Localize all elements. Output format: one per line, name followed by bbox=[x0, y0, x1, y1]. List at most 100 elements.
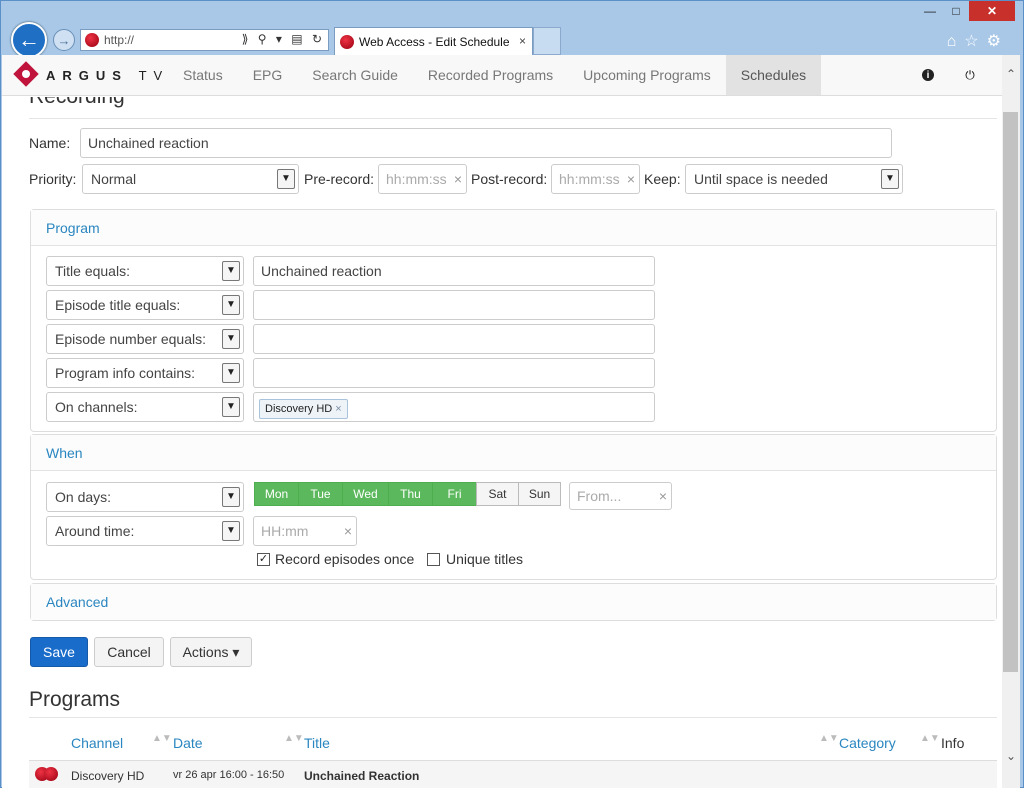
column-header-date[interactable]: Date bbox=[173, 735, 203, 751]
days-operator-value: On days: bbox=[55, 489, 112, 505]
day-toggle-mon[interactable]: Mon bbox=[254, 482, 299, 506]
time-operator-select[interactable]: Around time: ▼ bbox=[46, 516, 244, 546]
row-title[interactable]: Unchained Reaction bbox=[304, 769, 419, 783]
brand[interactable]: ARGUS TV bbox=[13, 61, 170, 88]
save-button[interactable]: Save bbox=[30, 637, 88, 667]
channels-operator-select[interactable]: On channels: ▼ bbox=[46, 392, 244, 422]
close-window-button[interactable]: ✕ bbox=[969, 1, 1015, 21]
postrecord-placeholder: hh:mm:ss bbox=[559, 171, 620, 187]
nav-menu: Status EPG Search Guide Recorded Program… bbox=[168, 55, 822, 95]
clear-icon[interactable]: × bbox=[454, 165, 462, 193]
top-navbar: ARGUS TV Status EPG Search Guide Recorde… bbox=[2, 55, 1002, 96]
channel-chip-label: Discovery HD bbox=[265, 403, 333, 415]
remove-chip-icon[interactable]: × bbox=[335, 403, 341, 415]
vertical-scrollbar[interactable]: ⌃ ⌄ bbox=[1002, 55, 1020, 788]
program-panel-title[interactable]: Program bbox=[31, 210, 996, 246]
unique-titles-checkbox[interactable] bbox=[427, 553, 440, 566]
nav-right-icons: i ⏻ bbox=[920, 67, 1004, 83]
column-header-info: Info bbox=[941, 735, 965, 751]
record-once-checkbox[interactable]: ✓ bbox=[257, 553, 270, 566]
day-toggle-fri[interactable]: Fri bbox=[432, 482, 477, 506]
day-toggle-wed[interactable]: Wed bbox=[342, 482, 389, 506]
clear-icon[interactable]: × bbox=[659, 483, 667, 509]
nav-item-schedules[interactable]: Schedules bbox=[725, 55, 822, 95]
tab-title: Web Access - Edit Schedule bbox=[359, 34, 510, 49]
power-icon[interactable]: ⏻ bbox=[962, 67, 978, 83]
record-icon bbox=[35, 767, 59, 781]
column-header-category[interactable]: Category bbox=[839, 735, 896, 751]
channels-input[interactable]: Discovery HD × bbox=[253, 392, 655, 422]
column-header-title[interactable]: Title bbox=[304, 735, 330, 751]
days-operator-select[interactable]: On days: ▼ bbox=[46, 482, 244, 512]
when-panel-title[interactable]: When bbox=[31, 435, 996, 471]
address-bar[interactable]: http:// ⟫ ⚲ ▾ ▤ ↻ bbox=[80, 29, 329, 51]
clear-icon[interactable]: × bbox=[627, 165, 635, 193]
sort-icon[interactable]: ▲▼ bbox=[819, 734, 839, 744]
from-placeholder: From... bbox=[577, 488, 622, 504]
day-toggle-thu[interactable]: Thu bbox=[388, 482, 433, 506]
title-value-input[interactable]: Unchained reaction bbox=[253, 256, 655, 286]
day-toggle-sun[interactable]: Sun bbox=[518, 482, 561, 506]
chevron-down-icon: ▼ bbox=[222, 329, 240, 349]
postrecord-label: Post-record: bbox=[471, 171, 548, 187]
new-tab-button[interactable] bbox=[533, 27, 561, 55]
time-input[interactable]: HH:mm × bbox=[253, 516, 357, 546]
title-operator-select[interactable]: Title equals: ▼ bbox=[46, 256, 244, 286]
postrecord-input[interactable]: hh:mm:ss × bbox=[551, 164, 640, 194]
nav-item-search-guide[interactable]: Search Guide bbox=[297, 55, 413, 95]
clear-icon[interactable]: × bbox=[344, 517, 352, 545]
prerecord-label: Pre-record: bbox=[304, 171, 375, 187]
keep-select[interactable]: Until space is needed ▼ bbox=[685, 164, 903, 194]
column-header-channel[interactable]: Channel bbox=[71, 735, 123, 751]
sort-icon[interactable]: ▲▼ bbox=[152, 734, 172, 744]
program-info-operator-value: Program info contains: bbox=[55, 365, 196, 381]
program-info-input[interactable] bbox=[253, 358, 655, 388]
day-toggle-sat[interactable]: Sat bbox=[476, 482, 519, 506]
maximize-button[interactable]: □ bbox=[943, 1, 969, 21]
forward-arrow-icon[interactable]: → bbox=[53, 29, 75, 51]
chevron-down-icon: ▼ bbox=[277, 169, 295, 189]
priority-label: Priority: bbox=[29, 171, 77, 187]
weekday-toggles: Mon Tue Wed Thu Fri Sat Sun bbox=[254, 482, 561, 506]
sort-icon[interactable]: ▲▼ bbox=[920, 734, 940, 744]
back-arrow-icon[interactable]: ← bbox=[11, 22, 47, 58]
address-text: http:// bbox=[104, 33, 135, 47]
page-viewport: ARGUS TV Status EPG Search Guide Recorde… bbox=[2, 55, 1020, 788]
from-date-input[interactable]: From... × bbox=[569, 482, 672, 510]
keep-label: Keep: bbox=[644, 171, 681, 187]
tab-favicon-icon bbox=[340, 34, 354, 49]
scroll-down-icon[interactable]: ⌄ bbox=[1002, 749, 1020, 763]
episode-number-input[interactable] bbox=[253, 324, 655, 354]
address-bar-icons[interactable]: ⟫ ⚲ ▾ ▤ ↻ bbox=[242, 32, 325, 46]
minimize-button[interactable]: — bbox=[917, 1, 943, 21]
browser-tools-icons[interactable]: ⌂☆⚙ bbox=[947, 31, 1009, 51]
priority-value: Normal bbox=[91, 171, 137, 187]
episode-title-input[interactable] bbox=[253, 290, 655, 320]
priority-select[interactable]: Normal ▼ bbox=[82, 164, 299, 194]
browser-tab[interactable]: Web Access - Edit Schedule × bbox=[334, 27, 533, 55]
chevron-down-icon: ▼ bbox=[222, 261, 240, 281]
scroll-thumb[interactable] bbox=[1003, 112, 1018, 672]
nav-item-epg[interactable]: EPG bbox=[238, 55, 298, 95]
advanced-panel-title[interactable]: Advanced bbox=[31, 584, 996, 620]
main-content: Recording Name: Unchained reaction Prior… bbox=[2, 97, 1002, 788]
nav-item-recorded-programs[interactable]: Recorded Programs bbox=[413, 55, 568, 95]
info-icon[interactable]: i bbox=[920, 67, 936, 83]
cancel-button[interactable]: Cancel bbox=[94, 637, 164, 667]
prerecord-input[interactable]: hh:mm:ss × bbox=[378, 164, 467, 194]
tab-close-icon[interactable]: × bbox=[519, 34, 526, 48]
sort-icon[interactable]: ▲▼ bbox=[284, 734, 304, 744]
name-input[interactable]: Unchained reaction bbox=[80, 128, 892, 158]
browser-window: — □ ✕ ← → http:// ⟫ ⚲ ▾ ▤ ↻ Web Access -… bbox=[0, 0, 1024, 788]
actions-dropdown-button[interactable]: Actions ▾ bbox=[170, 637, 252, 667]
brand-text: ARGUS TV bbox=[46, 67, 170, 83]
program-info-operator-select[interactable]: Program info contains: ▼ bbox=[46, 358, 244, 388]
day-toggle-tue[interactable]: Tue bbox=[298, 482, 343, 506]
chevron-down-icon: ▼ bbox=[222, 397, 240, 417]
scroll-up-icon[interactable]: ⌃ bbox=[1002, 67, 1020, 81]
nav-item-upcoming-programs[interactable]: Upcoming Programs bbox=[568, 55, 726, 95]
episode-number-operator-select[interactable]: Episode number equals: ▼ bbox=[46, 324, 244, 354]
record-once-label: Record episodes once bbox=[275, 551, 415, 567]
episode-title-operator-select[interactable]: Episode title equals: ▼ bbox=[46, 290, 244, 320]
nav-item-status[interactable]: Status bbox=[168, 55, 238, 95]
